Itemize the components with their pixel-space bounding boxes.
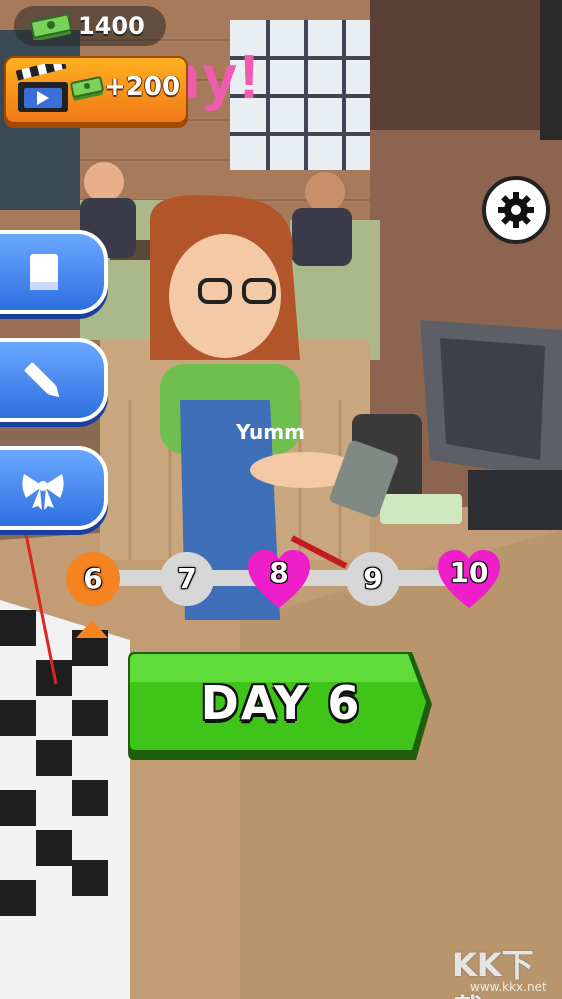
gift-button[interactable]	[0, 446, 108, 530]
cash-stack-icon	[70, 76, 104, 101]
book-icon	[30, 254, 58, 290]
settings-button[interactable]	[482, 176, 550, 244]
day-node-heart: 10	[436, 550, 502, 610]
day-node-label: 8	[269, 556, 289, 589]
day-button-label: DAY 6	[200, 676, 362, 730]
watch-ad-reward-button[interactable]: +200	[4, 56, 188, 124]
day-node: 7	[160, 552, 214, 606]
ad-reward-amount: +200	[104, 72, 181, 102]
start-day-button[interactable]: DAY 6	[126, 648, 436, 764]
day-node-label: 10	[449, 556, 489, 589]
day-node-current: 6	[66, 552, 120, 606]
day-node: 9	[346, 552, 400, 606]
edit-button[interactable]	[0, 338, 108, 422]
pencil-icon	[24, 362, 60, 398]
watermark-url: www.kkx.net	[470, 980, 547, 994]
day-node-heart: 8	[246, 550, 312, 610]
gear-icon	[498, 192, 534, 228]
current-day-indicator	[76, 620, 108, 638]
recipe-book-button[interactable]	[0, 230, 108, 314]
cash-stack-icon	[30, 14, 72, 40]
clapperboard-icon	[16, 64, 68, 112]
game-scene: Yumm mmy! 1400 +200	[0, 0, 562, 999]
apron-text: Yumm	[236, 420, 305, 444]
ribbon-bow-icon	[22, 474, 64, 510]
money-counter: 1400	[14, 6, 166, 46]
money-amount: 1400	[78, 12, 145, 40]
